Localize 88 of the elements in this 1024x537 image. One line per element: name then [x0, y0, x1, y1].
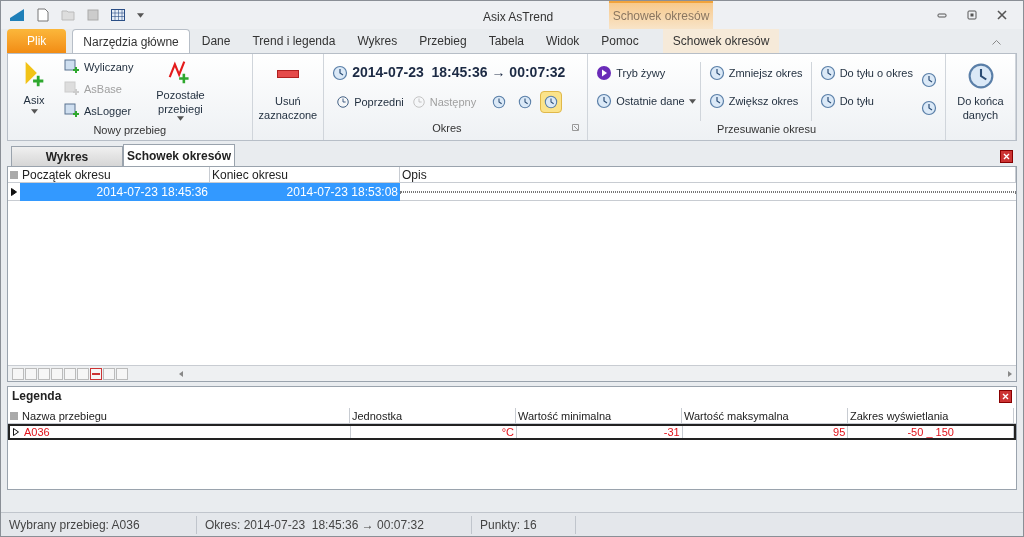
caret-icon: [30, 108, 38, 114]
minus-icon: [276, 70, 299, 78]
row-indicator-icon: [11, 187, 17, 196]
clock-icon: [708, 65, 725, 81]
clock-icon: [708, 93, 725, 109]
scroll-left-icon[interactable]: [179, 370, 183, 377]
legend-row[interactable]: A036 °C -31 95 -50 _ 150: [8, 424, 1016, 440]
column-header[interactable]: Początek okresu: [20, 166, 210, 183]
navigator-button[interactable]: [12, 367, 24, 380]
clock-icon: [596, 93, 613, 109]
column-header[interactable]: Opis: [400, 166, 1016, 183]
column-header[interactable]: Wartość maksymalna: [682, 407, 848, 424]
ribbon-button[interactable]: Zmniejsz okres: [704, 62, 807, 84]
table-cell: °C: [351, 426, 517, 438]
minimize-icon[interactable]: [937, 10, 947, 20]
period-text: 2014-07-23 18:45:36 → 00:07:32: [352, 63, 566, 82]
close-panel-icon[interactable]: [999, 389, 1012, 403]
legend-title: Legenda: [12, 388, 62, 405]
ribbon-tab[interactable]: Pomoc: [591, 29, 649, 53]
column-header[interactable]: Jednostka: [350, 407, 516, 424]
ribbon-button[interactable]: Zwiększ okres: [704, 90, 807, 112]
collapse-ribbon-icon[interactable]: [992, 40, 1001, 45]
other-series-button[interactable]: Pozostałe przebiegi: [145, 56, 216, 121]
clock-icon: [518, 95, 533, 109]
ribbon-button[interactable]: Do tyłu o okres: [815, 62, 917, 84]
clock-icon: [544, 95, 559, 109]
close-icon[interactable]: [997, 10, 1007, 20]
clock-icon: [819, 93, 836, 109]
column-header[interactable]: Nazwa przebiegu: [20, 407, 350, 424]
context-tab-header: Schowek okresów: [609, 1, 713, 29]
close-panel-icon[interactable]: [1000, 150, 1013, 163]
document-tab[interactable]: Schowek okresów: [123, 144, 235, 166]
restore-icon[interactable]: [967, 10, 977, 20]
caret-icon: [688, 98, 696, 104]
navigator-button[interactable]: [38, 367, 50, 380]
new-document-icon[interactable]: [37, 8, 49, 22]
ribbon-button[interactable]: Ostatnie dane: [592, 90, 689, 112]
status-text: Okres: 2014-07-23 18:45:36 → 00:07:32: [197, 515, 472, 534]
period-nav-button[interactable]: Poprzedni: [332, 91, 408, 113]
document-tab[interactable]: Wykres: [11, 146, 123, 166]
ribbon-button[interactable]: AsLogger: [60, 100, 138, 122]
remove-selected-button[interactable]: Usuń zaznaczone: [252, 62, 323, 122]
status-text: Wybrany przebieg: A036: [1, 515, 197, 534]
ribbon-tab[interactable]: Tabela: [478, 29, 534, 53]
delete-record-button[interactable]: [90, 367, 102, 380]
cancel-button[interactable]: [116, 367, 128, 380]
dropdown-caret-icon: [137, 12, 144, 18]
status-text: Punkty: 16: [472, 515, 576, 534]
scroll-right-icon[interactable]: [1008, 370, 1012, 377]
ribbon-tab[interactable]: Narzędzia główne: [72, 29, 190, 53]
table-cell: 95: [682, 426, 849, 438]
ribbon-button[interactable]: Do tyłu: [815, 90, 917, 112]
navigator-button[interactable]: [51, 367, 63, 380]
navigator-button[interactable]: [25, 367, 37, 380]
play-icon: [596, 65, 613, 81]
clock-icon: [921, 100, 937, 116]
dialog-launcher-icon[interactable]: [572, 124, 580, 132]
ribbon-tab[interactable]: Widok: [536, 29, 590, 53]
ribbon-button[interactable]: Tryb żywy: [592, 62, 696, 84]
ribbon-tab[interactable]: Dane: [191, 29, 241, 53]
ribbon-tab[interactable]: Wykres: [347, 29, 408, 53]
table-cell: -50 _ 150: [848, 426, 1014, 438]
asix-button[interactable]: Asix: [16, 56, 52, 114]
group-label: Okres: [432, 120, 462, 136]
clock-icon: [492, 95, 507, 109]
table-icon[interactable]: [111, 9, 125, 21]
end-of-data-button[interactable]: Do końca danych: [950, 62, 1011, 140]
column-header[interactable]: Koniec okresu: [210, 166, 400, 183]
row-indicator-icon: [13, 428, 19, 436]
table-cell: A036: [22, 426, 352, 438]
group-label: Przesuwanie okresu: [716, 122, 818, 137]
table-cell: -31: [517, 426, 683, 438]
app-logo-icon: [9, 8, 25, 22]
period-toggle-button[interactable]: [540, 91, 563, 113]
navigator-button[interactable]: [64, 367, 76, 380]
clock-icon: [819, 65, 836, 81]
column-header[interactable]: Wartość minimalna: [516, 407, 682, 424]
group-label: Nowy przebieg: [92, 123, 168, 138]
clock-icon: [921, 72, 937, 88]
ribbon-button[interactable]: Wyliczany: [60, 56, 138, 78]
ribbon-tab[interactable]: Schowek okresów: [662, 29, 780, 53]
column-header[interactable]: Zakres wyświetlania: [848, 407, 1014, 424]
ribbon-tab[interactable]: Przebieg: [409, 29, 477, 53]
caret-icon: [176, 116, 184, 121]
folder-icon[interactable]: [61, 9, 75, 21]
clock-icon: [966, 62, 995, 90]
window-title: Asix AsTrend: [483, 9, 554, 26]
ribbon-tab[interactable]: Trend i legenda: [242, 29, 346, 53]
